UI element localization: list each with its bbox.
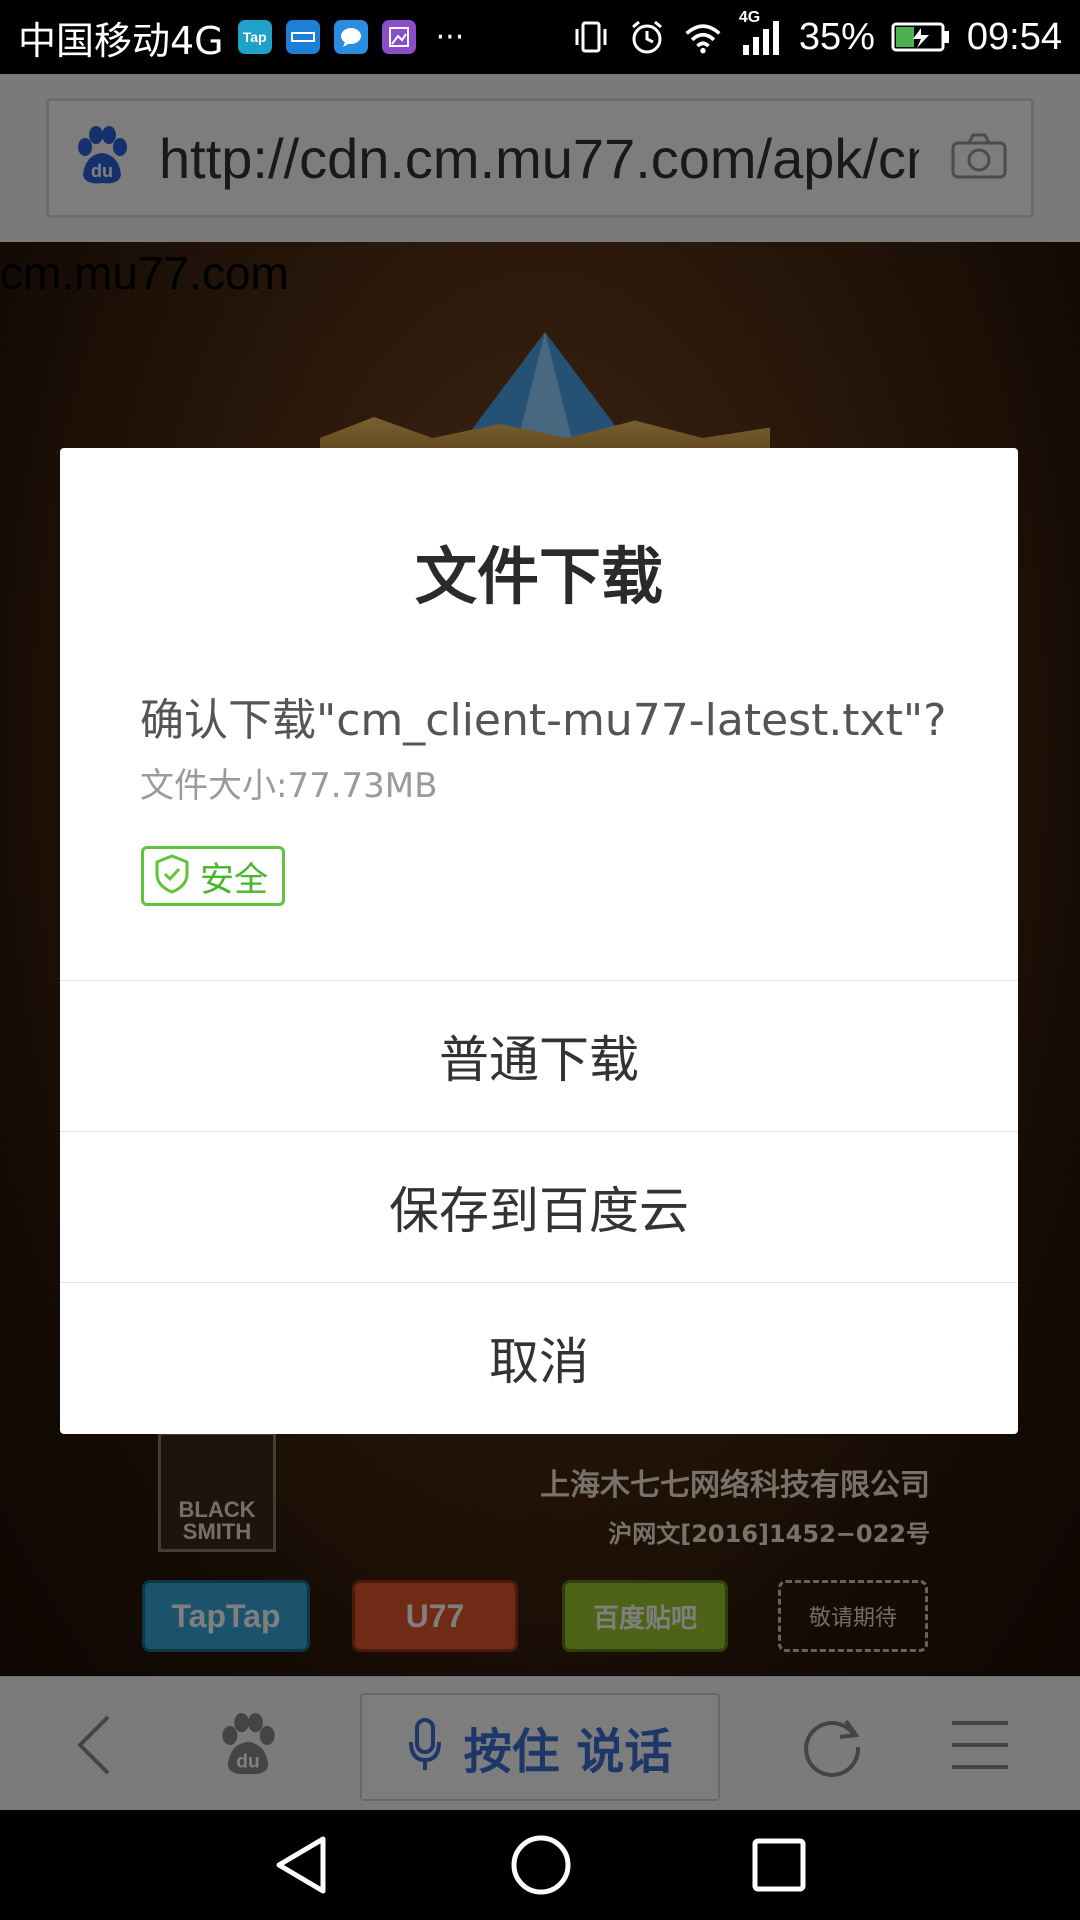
nav-back-icon[interactable] xyxy=(266,1830,336,1900)
system-navigation-bar xyxy=(0,1810,1080,1920)
alarm-icon xyxy=(627,17,667,57)
battery-icon xyxy=(891,17,951,57)
shield-check-icon xyxy=(154,854,190,898)
status-bar: 中国移动4G Tap ··· 4G 35% 09:54 xyxy=(0,0,1080,74)
app-notification-icon xyxy=(285,20,320,54)
file-download-dialog: 文件下载 确认下载"cm_client-mu77-latest.txt"? 文件… xyxy=(60,448,1018,1434)
battery-percent: 35% xyxy=(798,15,875,58)
cancel-button[interactable]: 取消 xyxy=(60,1282,1018,1433)
network-type: 4G xyxy=(738,9,761,26)
nav-recents-icon[interactable] xyxy=(744,1830,814,1900)
nav-home-icon[interactable] xyxy=(506,1830,576,1900)
taptap-notification-icon: Tap xyxy=(237,20,272,54)
dialog-title: 文件下载 xyxy=(414,540,663,613)
carrier-label: 中国移动4G xyxy=(18,18,224,63)
wifi-icon xyxy=(683,17,723,57)
message-notification-icon xyxy=(333,20,368,54)
save-to-baidu-cloud-button[interactable]: 保存到百度云 xyxy=(60,1131,1018,1282)
safe-badge: 安全 xyxy=(141,846,285,906)
safe-badge-label: 安全 xyxy=(200,859,268,900)
dialog-message: 确认下载"cm_client-mu77-latest.txt"? xyxy=(140,695,947,746)
clock: 09:54 xyxy=(966,15,1062,58)
gallery-notification-icon xyxy=(381,20,416,54)
normal-download-button[interactable]: 普通下载 xyxy=(60,980,1018,1131)
vibrate-icon xyxy=(571,17,611,57)
more-notifications-indicator: ··· xyxy=(435,19,465,55)
taptap-label: Tap xyxy=(242,29,267,45)
signal-icon: 4G xyxy=(739,9,783,57)
file-size-label: 文件大小:77.73MB xyxy=(140,766,438,806)
